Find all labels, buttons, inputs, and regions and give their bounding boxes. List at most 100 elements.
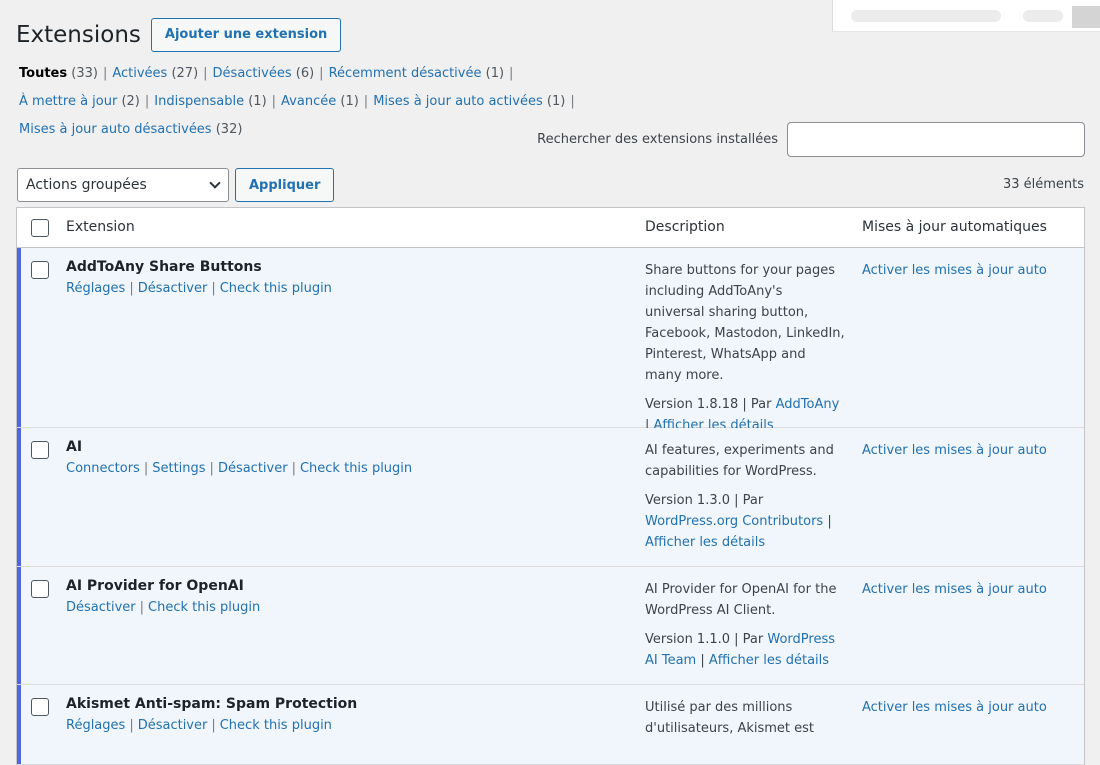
filter-link[interactable]: Toutes (33) [19, 66, 98, 81]
blurred-avatar [1072, 6, 1100, 28]
filter-label[interactable]: Toutes [19, 66, 67, 81]
filter-label[interactable]: À mettre à jour [19, 94, 117, 109]
enable-auto-updates-link[interactable]: Activer les mises à jour auto [862, 440, 1047, 461]
column-header-extension: Extension [66, 219, 135, 235]
bulk-actions-value: Actions groupées [26, 177, 147, 193]
row-action-link[interactable]: Check this plugin [220, 281, 332, 296]
plugin-checkbox[interactable] [31, 580, 49, 598]
bulk-actions-select[interactable]: Actions groupées [17, 168, 229, 202]
filter-link[interactable]: Mises à jour auto activées (1) [373, 94, 565, 109]
chevron-down-icon [209, 176, 221, 189]
filter-link[interactable]: Désactivées (6) [213, 66, 315, 81]
action-separator: | [211, 718, 216, 733]
active-indicator [17, 248, 21, 427]
plugin-checkbox[interactable] [31, 441, 49, 459]
filter-label[interactable]: Avancée [281, 94, 336, 109]
row-action-link[interactable]: Check this plugin [300, 461, 412, 476]
filter-count: (33) [71, 66, 98, 81]
row-actions: Connectors | Settings | Désactiver | Check thi… [66, 461, 412, 476]
row-action-link[interactable]: Désactiver [138, 718, 208, 733]
plugin-version: Version 1.3.0 | Par [645, 493, 764, 508]
plugin-author-link[interactable]: WordPress.org Contributors [645, 514, 823, 529]
enable-auto-updates-link[interactable]: Activer les mises à jour auto [862, 260, 1047, 281]
row-action-link[interactable]: Connectors [66, 461, 140, 476]
filter-link[interactable]: Mises à jour auto désactivées (32) [19, 122, 242, 137]
action-separator: | [129, 718, 134, 733]
plugin-version: Version 1.8.18 | Par [645, 397, 772, 412]
filter-separator: | [144, 94, 150, 109]
filter-count: (6) [295, 66, 315, 81]
plugin-description: AI Provider for OpenAI for the WordPress… [645, 579, 845, 671]
action-separator: | [209, 461, 214, 476]
filter-separator: | [203, 66, 208, 81]
plugin-checkbox[interactable] [31, 261, 49, 279]
filter-link[interactable]: Récemment désactivée (1) [329, 66, 504, 81]
row-actions: Réglages | Désactiver | Check this plugin [66, 281, 332, 296]
items-count: 33 éléments [1002, 177, 1084, 192]
plugin-checkbox[interactable] [31, 698, 49, 716]
plugin-row: AddToAny Share Buttons Réglages | Désactive… [17, 248, 1084, 433]
table-body: AddToAny Share Buttons Réglages | Désactive… [17, 248, 1084, 765]
filter-separator: | [319, 66, 324, 81]
row-action-link[interactable]: Désactiver [138, 281, 208, 296]
action-separator: | [139, 600, 145, 615]
plugin-description: AI features, experiments and capabilitie… [645, 440, 845, 553]
plugin-name: AddToAny Share Buttons [66, 259, 262, 275]
row-action-link[interactable]: Settings [152, 461, 205, 476]
filter-label[interactable]: Mises à jour auto activées [373, 94, 543, 109]
filter-count: (32) [215, 122, 243, 137]
row-action-link[interactable]: Réglages [66, 718, 125, 733]
filter-link[interactable]: Avancée (1) [281, 94, 359, 109]
action-separator: | [291, 461, 296, 476]
row-action-link[interactable]: Désactiver [66, 600, 136, 615]
enable-auto-updates-link[interactable]: Activer les mises à jour auto [862, 697, 1047, 718]
filter-link[interactable]: À mettre à jour (2) [19, 94, 140, 109]
filter-label[interactable]: Activées [112, 66, 167, 81]
view-details-link[interactable]: Afficher les détails [709, 653, 829, 668]
row-action-link[interactable]: Check this plugin [148, 600, 260, 615]
filter-label[interactable]: Mises à jour auto désactivées [19, 122, 212, 137]
row-action-link[interactable]: Réglages [66, 281, 125, 296]
filter-label[interactable]: Récemment désactivée [329, 66, 482, 81]
enable-auto-updates-link[interactable]: Activer les mises à jour auto [862, 579, 1047, 600]
description-text: AI features, experiments and capabilitie… [645, 443, 834, 479]
admin-topbar-partial [832, 0, 1100, 32]
table-header: Extension Description Mises à jour autom… [17, 208, 1084, 248]
filter-count: (27) [171, 66, 199, 81]
plugin-row: Akismet Anti-spam: Spam Protection Réglag… [17, 685, 1084, 765]
search-input[interactable] [787, 122, 1085, 157]
plugin-author-link[interactable]: AddToAny [776, 397, 840, 412]
search-box: Rechercher des extensions installées [537, 122, 1085, 157]
apply-button[interactable]: Appliquer [235, 168, 335, 202]
plugin-name: Akismet Anti-spam: Spam Protection [66, 696, 358, 712]
add-plugin-button[interactable]: Ajouter une extension [150, 18, 342, 52]
filter-label[interactable]: Indispensable [154, 94, 244, 109]
filter-separator: | [509, 66, 514, 81]
meta-separator: | [823, 514, 832, 529]
search-label: Rechercher des extensions installées [537, 132, 778, 147]
page-title: Extensions [16, 22, 141, 48]
filter-link[interactable]: Indispensable (1) [154, 94, 266, 109]
plugin-name: AI [66, 439, 83, 455]
filter-separator: | [271, 94, 277, 109]
filter-count: (2) [121, 94, 140, 109]
filter-label[interactable]: Désactivées [213, 66, 292, 81]
plugin-meta: Version 1.3.0 | Par WordPress.org Contri… [645, 490, 845, 553]
row-action-link[interactable]: Désactiver [218, 461, 288, 476]
blurred-text [1023, 10, 1063, 22]
filter-separator: | [363, 94, 369, 109]
action-separator: | [211, 281, 216, 296]
view-details-link[interactable]: Afficher les détails [645, 535, 765, 550]
filter-count: (1) [248, 94, 267, 109]
active-indicator [17, 567, 21, 684]
plugin-name: AI Provider for OpenAI [66, 578, 244, 594]
blurred-text [851, 10, 1001, 22]
filter-count: (1) [546, 94, 566, 109]
plugin-row: AI Provider for OpenAI Désactiver | Check t… [17, 567, 1084, 685]
filter-separator: | [570, 94, 575, 109]
select-all-checkbox[interactable] [31, 219, 49, 237]
action-separator: | [129, 281, 134, 296]
column-header-auto-updates: Mises à jour automatiques [862, 219, 1047, 235]
filter-link[interactable]: Activées (27) [112, 66, 198, 81]
row-action-link[interactable]: Check this plugin [220, 718, 332, 733]
